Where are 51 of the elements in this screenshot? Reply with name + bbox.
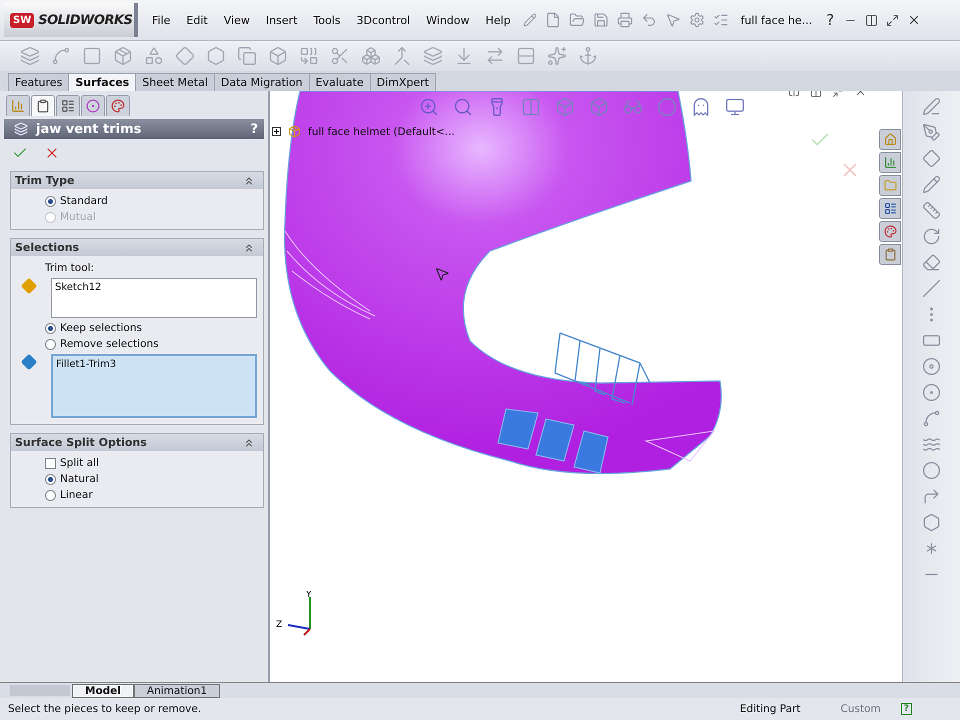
- menu-item[interactable]: View: [216, 14, 258, 26]
- document-title: full face he...: [740, 14, 812, 26]
- clipboard-tab[interactable]: [879, 244, 901, 265]
- menu-item[interactable]: File: [144, 14, 178, 26]
- radio-option[interactable]: Keep selections: [45, 322, 142, 334]
- feature-title: jaw vent trims: [36, 122, 142, 136]
- help-button[interactable]: ?: [250, 122, 258, 136]
- list-icon: [884, 202, 896, 215]
- target-tab[interactable]: [81, 95, 105, 116]
- home-tab[interactable]: [879, 129, 901, 150]
- command-tab[interactable]: Surfaces: [68, 73, 136, 91]
- command-tab[interactable]: Evaluate: [308, 73, 371, 91]
- menu-item[interactable]: Insert: [258, 14, 306, 26]
- radio-option[interactable]: Natural: [45, 473, 99, 485]
- tree-item[interactable]: full face helmet (Default<...: [308, 126, 455, 138]
- radio-option[interactable]: Standard: [45, 195, 108, 207]
- palette-icon: [884, 225, 896, 238]
- command-tab[interactable]: Features: [8, 73, 70, 91]
- selection-list-field[interactable]: Fillet1-Trim3: [51, 354, 257, 418]
- units-dropdown[interactable]: Custom: [820, 703, 901, 715]
- field-label: Trim tool:: [45, 262, 96, 274]
- expand-toggle-icon[interactable]: [272, 127, 281, 136]
- help-button[interactable]: ?: [900, 703, 912, 715]
- menu-item[interactable]: Tools: [305, 14, 349, 26]
- list-tab[interactable]: [879, 198, 901, 219]
- checkbox-option[interactable]: Split all: [45, 457, 99, 469]
- status-message: Select the pieces to keep or remove.: [8, 703, 202, 715]
- selection-list-field[interactable]: Sketch12: [51, 278, 257, 318]
- menu-item[interactable]: Window: [418, 14, 478, 26]
- palette-tab[interactable]: [879, 221, 901, 242]
- command-tab[interactable]: Data Migration: [214, 73, 310, 91]
- group-title: Surface Split Options: [15, 436, 147, 449]
- target-icon: [86, 99, 100, 113]
- command-tab[interactable]: Sheet Metal: [135, 73, 215, 91]
- model-tab[interactable]: Animation1: [134, 684, 220, 698]
- home-icon: [884, 133, 896, 146]
- menu-item[interactable]: 3Dcontrol: [348, 14, 418, 26]
- radio-option[interactable]: Remove selections: [45, 338, 159, 350]
- model-tab[interactable]: Model: [72, 684, 134, 698]
- command-tab[interactable]: DimXpert: [370, 73, 436, 91]
- menu-item[interactable]: Help: [478, 14, 519, 26]
- menu-item[interactable]: Edit: [178, 14, 216, 26]
- group-title: Selections: [15, 241, 80, 254]
- radio-option[interactable]: Linear: [45, 489, 93, 501]
- help-button[interactable]: ?: [826, 11, 834, 29]
- folder-icon: [884, 179, 896, 192]
- group-title: Trim Type: [15, 174, 74, 187]
- app-logo: SW SOLIDWORKS: [4, 3, 138, 37]
- status-mode: Editing Part: [738, 703, 802, 715]
- clipboard-icon: [884, 248, 896, 261]
- appearance-tab[interactable]: [106, 95, 130, 116]
